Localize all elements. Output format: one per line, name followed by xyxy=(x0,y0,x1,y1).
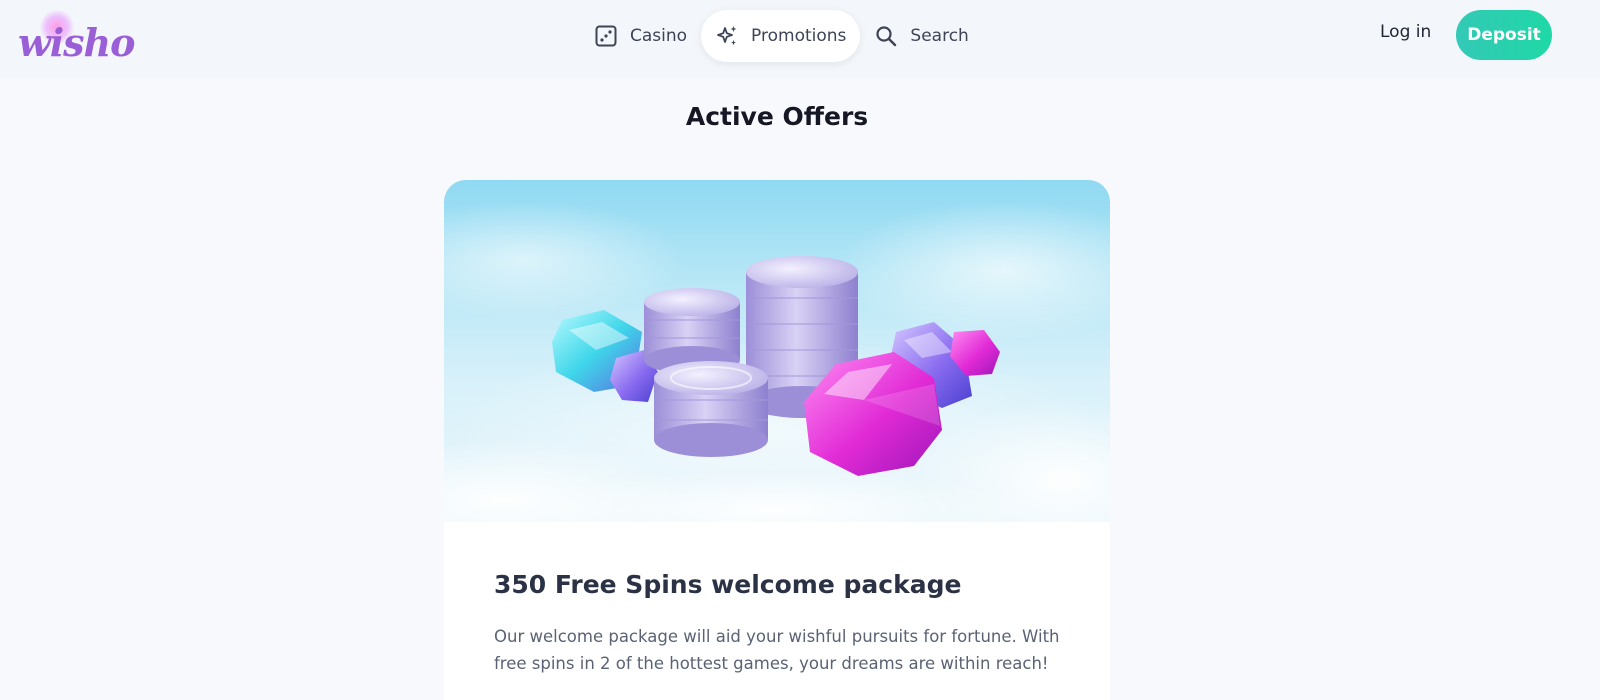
search-icon xyxy=(874,24,898,48)
nav-item-search[interactable]: Search xyxy=(860,10,982,62)
dice-icon xyxy=(594,24,618,48)
nav-item-promotions[interactable]: Promotions xyxy=(701,10,861,62)
sparkle-icon xyxy=(715,24,739,48)
main-nav: Casino Promotions Search xyxy=(580,10,983,62)
page-title: Active Offers xyxy=(685,102,869,131)
offer-description: Our welcome package will aid your wishfu… xyxy=(494,627,1060,673)
login-link[interactable]: Log in xyxy=(1380,22,1431,42)
nav-item-casino[interactable]: Casino xyxy=(580,10,701,62)
offer-title: 350 Free Spins welcome package xyxy=(494,570,962,599)
top-header: wisho Casino Promotions Search Log in De… xyxy=(0,0,1600,78)
nav-label-search: Search xyxy=(910,26,969,46)
nav-label-casino: Casino xyxy=(630,26,688,46)
offer-banner-image xyxy=(444,180,1110,522)
nav-label-promotions: Promotions xyxy=(751,26,847,46)
wisho-logo[interactable]: wisho xyxy=(18,10,138,66)
offer-card[interactable]: 350 Free Spins welcome package Our welco… xyxy=(444,180,1110,700)
logo-text: wisho xyxy=(18,20,136,65)
deposit-button[interactable]: Deposit xyxy=(1456,10,1552,60)
